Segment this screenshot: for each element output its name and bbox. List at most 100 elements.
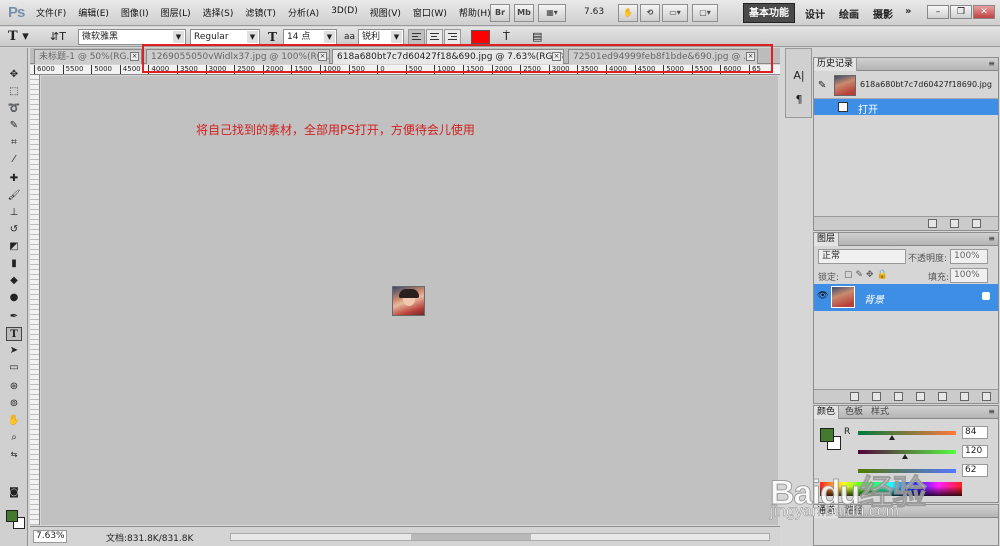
layer-background[interactable]: 👁 背景 [814, 284, 998, 311]
text-orientation-icon[interactable]: ⇵T [50, 29, 66, 45]
bridge-button[interactable]: Br [490, 4, 510, 22]
character-panel-icon[interactable]: ▤ [532, 29, 546, 45]
zoom-tool-icon[interactable]: ⌕ [6, 431, 22, 445]
font-size-select[interactable]: 14 点 ▼ [283, 29, 337, 45]
menu-filter[interactable]: 滤镜(T) [245, 6, 276, 19]
fx-icon[interactable] [872, 392, 881, 401]
trash-icon[interactable] [982, 392, 991, 401]
swap-colors-icon[interactable]: ⇆ [6, 448, 22, 462]
antialias-select[interactable]: 锐利 ▼ [358, 29, 404, 45]
red-slider-knob[interactable] [889, 435, 895, 440]
tab-swatches[interactable]: 色板 [842, 406, 866, 419]
eraser-tool-icon[interactable]: ◩ [6, 240, 22, 254]
minibridge-button[interactable]: Mb [514, 4, 534, 22]
workspace-photography[interactable]: 摄影 [873, 6, 893, 21]
blend-mode-select[interactable]: 正常 [818, 249, 906, 264]
zoom-level[interactable]: 7.63 [584, 7, 604, 17]
hand-tool-icon[interactable]: ✋ [6, 414, 22, 428]
close-tab-icon[interactable]: × [318, 52, 327, 61]
opacity-field[interactable]: 100% [950, 249, 988, 264]
menu-help[interactable]: 帮助(H) [459, 6, 491, 19]
eye-icon[interactable]: 👁 [817, 291, 828, 302]
workspace-more[interactable]: » [905, 6, 911, 17]
screen-mode-icon[interactable]: ▢▾ [692, 4, 718, 22]
document-size[interactable]: 文档:831.8K/831.8K [106, 531, 193, 544]
move-tool-icon[interactable]: ✥ [6, 68, 22, 82]
brush-source-icon[interactable]: ✎ [818, 80, 826, 91]
history-snapshot[interactable]: ✎ 618a680bt7c7d60427f18690.jpg [814, 72, 998, 99]
text-tool-preset-icon[interactable]: T ▾ [8, 29, 38, 45]
foreground-color-swatch[interactable] [6, 510, 18, 522]
align-left-button[interactable] [408, 29, 425, 45]
tab-untitled[interactable]: 未标题-1 @ 50%(RG... × [34, 49, 142, 64]
panel-menu-icon[interactable]: ≡ [988, 59, 995, 68]
font-style-select[interactable]: Regular ▼ [190, 29, 260, 45]
green-slider-knob[interactable] [902, 454, 908, 459]
new-group-icon[interactable] [938, 392, 947, 401]
link-layers-icon[interactable] [850, 392, 859, 401]
workspace-essentials[interactable]: 基本功能 [743, 3, 795, 23]
tab-styles[interactable]: 样式 [868, 406, 892, 419]
tab-color[interactable]: 颜色 [814, 406, 840, 419]
workspace-painting[interactable]: 绘画 [839, 6, 859, 21]
arrange-docs-icon[interactable]: ▭▾ [662, 4, 688, 22]
eyedropper-tool-icon[interactable]: ⁄ [6, 153, 22, 167]
lock-icons[interactable]: ▢✎✥🔒 [844, 270, 891, 280]
hand-zoom-icon[interactable]: ✋ [618, 4, 638, 22]
quick-select-tool-icon[interactable]: ✎ [6, 119, 22, 133]
font-family-select[interactable]: 微软雅黑 ▼ [78, 29, 186, 45]
horizontal-scrollbar[interactable] [230, 533, 770, 541]
menu-file[interactable]: 文件(F) [36, 6, 66, 19]
gradient-tool-icon[interactable]: ▮ [6, 257, 22, 271]
canvas-area[interactable]: 将自己找到的素材，全部用PS打开，方便待会儿使用 [41, 76, 778, 525]
blur-tool-icon[interactable]: ◆ [6, 274, 22, 288]
pen-tool-icon[interactable]: ✒ [6, 310, 22, 324]
clone-stamp-tool-icon[interactable]: ⊥ [6, 206, 22, 220]
brush-tool-icon[interactable]: 🖌 [6, 189, 22, 203]
crop-tool-icon[interactable]: ⌗ [6, 136, 22, 150]
tab-history[interactable]: 历史记录 [814, 58, 858, 71]
green-value[interactable]: 120 [962, 445, 988, 458]
zoom-field[interactable]: 7.63% [33, 530, 67, 543]
history-state-open[interactable]: 打开 [814, 99, 998, 116]
add-mask-icon[interactable] [894, 392, 903, 401]
red-value[interactable]: 84 [962, 426, 988, 439]
view-extras-button[interactable]: ▦▾ [538, 4, 566, 22]
warp-text-icon[interactable]: Ṫ [503, 29, 517, 45]
align-right-button[interactable] [444, 29, 461, 45]
lasso-tool-icon[interactable]: ➰ [6, 102, 22, 116]
new-document-from-state-icon[interactable] [928, 219, 937, 228]
red-slider[interactable] [858, 431, 956, 435]
menu-3d[interactable]: 3D(D) [331, 6, 358, 19]
foreground-color-swatch[interactable] [820, 428, 834, 442]
path-select-tool-icon[interactable]: ➤ [6, 344, 22, 358]
adjustment-layer-icon[interactable] [916, 392, 925, 401]
shape-tool-icon[interactable]: ▭ [6, 361, 22, 375]
menu-view[interactable]: 视图(V) [370, 6, 401, 19]
panel-menu-icon[interactable]: ≡ [988, 234, 995, 243]
minimize-icon[interactable]: – [927, 5, 949, 19]
close-tab-icon[interactable]: × [130, 52, 139, 61]
text-color-swatch[interactable] [471, 30, 490, 44]
panel-menu-icon[interactable]: ≡ [988, 407, 995, 416]
menu-window[interactable]: 窗口(W) [413, 6, 447, 19]
tab-618a680[interactable]: 618a680bt7c7d60427f18&690.jpg @ 7.63%(RG… [332, 49, 564, 64]
healing-brush-tool-icon[interactable]: ✚ [6, 172, 22, 186]
paragraph-panel-icon[interactable]: ¶ [792, 93, 806, 107]
menu-select[interactable]: 选择(S) [203, 6, 234, 19]
align-center-button[interactable] [426, 29, 443, 45]
3d-orbit-tool-icon[interactable]: ⊚ [6, 397, 22, 411]
dodge-tool-icon[interactable]: ● [6, 291, 22, 305]
close-tab-icon[interactable]: × [552, 52, 561, 61]
fill-field[interactable]: 100% [950, 268, 988, 283]
new-layer-icon[interactable] [960, 392, 969, 401]
rotate-view-icon[interactable]: ⟲ [640, 4, 660, 22]
quick-mask-icon[interactable]: ◙ [6, 486, 22, 500]
menu-analysis[interactable]: 分析(A) [288, 6, 319, 19]
close-tab-icon[interactable]: × [746, 52, 755, 61]
menu-layer[interactable]: 图层(L) [161, 6, 191, 19]
close-icon[interactable]: ✕ [973, 5, 995, 19]
3d-rotate-tool-icon[interactable]: ⊛ [6, 380, 22, 394]
menu-image[interactable]: 图像(I) [121, 6, 149, 19]
menu-edit[interactable]: 编辑(E) [78, 6, 109, 19]
